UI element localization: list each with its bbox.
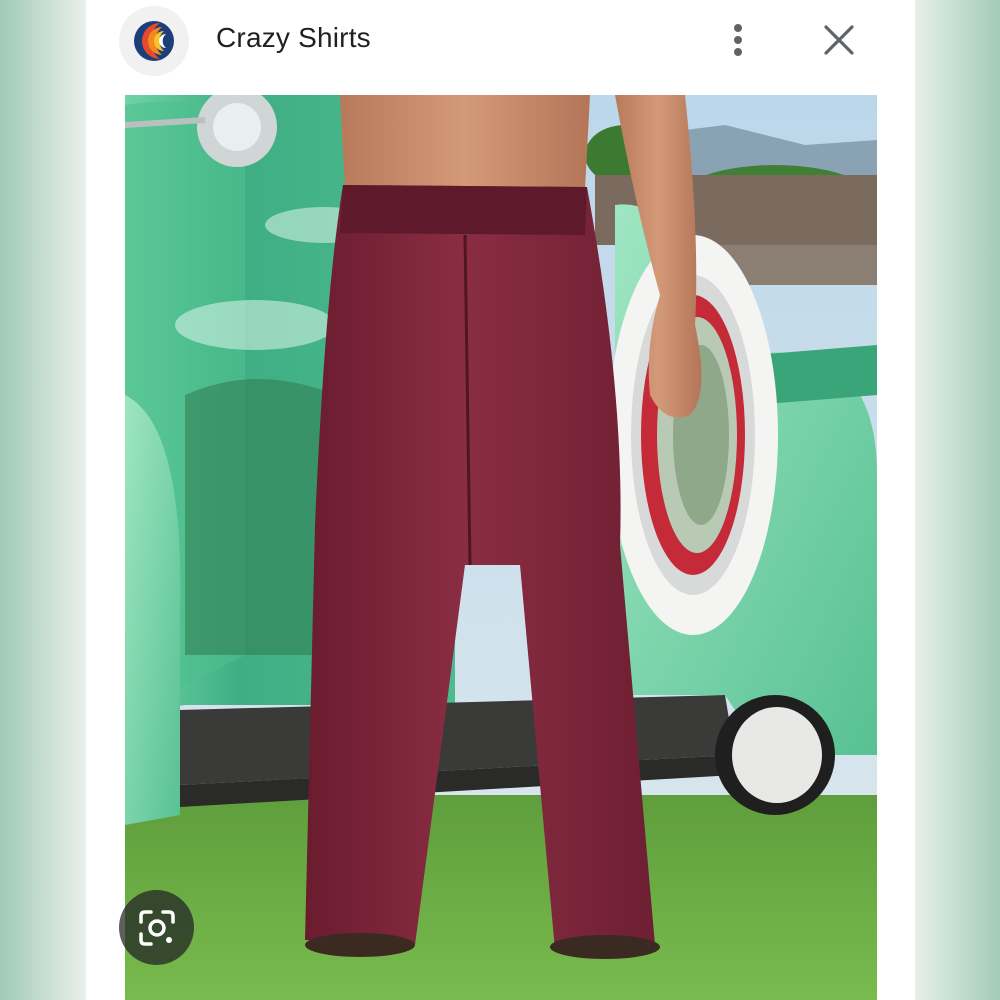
- google-lens-button[interactable]: [119, 890, 194, 965]
- crazy-shirts-logo-icon[interactable]: [119, 6, 189, 76]
- image-viewer-sheet: Crazy Shirts: [86, 0, 915, 1000]
- more-options-button[interactable]: [716, 18, 760, 62]
- source-app-name[interactable]: Crazy Shirts: [216, 22, 371, 54]
- close-button[interactable]: [817, 18, 861, 62]
- product-photo[interactable]: [125, 95, 877, 1000]
- photo-illustration: [125, 95, 877, 1000]
- close-icon: [824, 25, 854, 55]
- more-vertical-icon: [734, 24, 742, 56]
- google-lens-icon: [138, 909, 175, 946]
- viewer-header: Crazy Shirts: [86, 0, 915, 95]
